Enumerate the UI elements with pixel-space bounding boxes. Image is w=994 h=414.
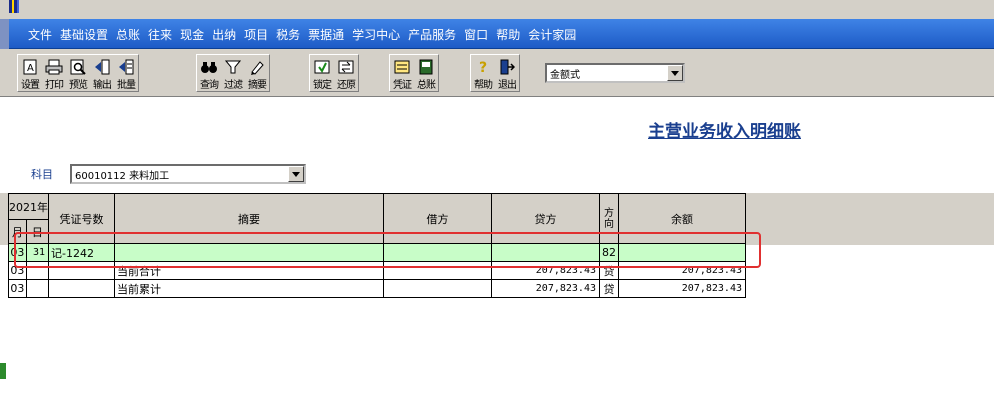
exit-button[interactable]: 退出 xyxy=(495,55,519,91)
voucher-header: 凭证号数 xyxy=(48,193,115,244)
export-button[interactable]: 输出 xyxy=(90,55,114,91)
table-row[interactable]: 03 当前合计 207,823.43 贷 207,823.43 xyxy=(8,261,746,280)
subject-select[interactable]: 60010112 来料加工 xyxy=(70,164,306,184)
filter-button[interactable]: 过滤 xyxy=(221,55,245,91)
day-header: 日 xyxy=(25,219,50,244)
direction-header: 方向 xyxy=(599,193,619,244)
app-icon xyxy=(9,0,19,13)
menu-window[interactable]: 窗口 xyxy=(464,26,488,43)
toolbar: A 设置 打印 预览 输出 批量 查询 过滤 摘要 锁定 还原 凭证 总账 ? … xyxy=(0,49,994,97)
settings-icon: A xyxy=(22,57,38,76)
toolbar-group-query: 查询 过滤 摘要 xyxy=(196,54,270,92)
ledger-button[interactable]: 总账 xyxy=(414,55,438,91)
menu-basic-settings[interactable]: 基础设置 xyxy=(60,26,108,43)
toolbar-group-books: 凭证 总账 xyxy=(389,54,439,92)
exit-icon xyxy=(499,57,515,76)
table-row[interactable]: 03 31 记-1242 82 xyxy=(8,243,746,262)
ledger-grid: 2021年 凭证号数 摘要 借方 贷方 方向 余额 月 日 03 31 记-12 xyxy=(0,193,994,414)
menu-tax[interactable]: 税务 xyxy=(276,26,300,43)
voucher-icon xyxy=(394,57,410,76)
toolbar-group-lock: 锁定 还原 xyxy=(309,54,359,92)
ledger-icon xyxy=(418,57,434,76)
ledger-table: 2021年 凭证号数 摘要 借方 贷方 方向 余额 月 日 03 31 记-12 xyxy=(8,193,746,298)
binoculars-icon xyxy=(200,57,218,76)
format-select[interactable]: 金额式 xyxy=(545,63,685,83)
year-header: 2021年 xyxy=(8,193,49,220)
printer-icon xyxy=(45,57,63,76)
export-icon xyxy=(94,57,110,76)
title-bar xyxy=(0,0,994,19)
help-button[interactable]: ? 帮助 xyxy=(471,55,495,92)
left-edge-strip xyxy=(0,245,7,414)
debit-header: 借方 xyxy=(383,193,492,244)
menu-learning-center[interactable]: 学习中心 xyxy=(352,26,400,43)
menu-accounts[interactable]: 往来 xyxy=(148,26,172,43)
voucher-button[interactable]: 凭证 xyxy=(390,55,414,91)
menu-general-ledger[interactable]: 总账 xyxy=(116,26,140,43)
print-button[interactable]: 打印 xyxy=(42,55,66,91)
ledger-window: 文件 基础设置 总账 往来 现金 出纳 项目 税务 票据通 学习中心 产品服务 … xyxy=(0,0,994,414)
query-button[interactable]: 查询 xyxy=(197,55,221,91)
chevron-down-icon[interactable] xyxy=(667,65,683,81)
subject-select-value: 60010112 来料加工 xyxy=(75,170,170,182)
help-icon: ? xyxy=(475,57,491,76)
summary-icon xyxy=(249,57,265,76)
summary-header: 摘要 xyxy=(114,193,384,244)
menu-cashier[interactable]: 出纳 xyxy=(212,26,236,43)
lock-icon xyxy=(314,57,330,76)
report-title: 主营业务收入明细账 xyxy=(648,122,801,142)
menu-help[interactable]: 帮助 xyxy=(496,26,520,43)
menu-accountant-home[interactable]: 会计家园 xyxy=(528,26,576,43)
restore-icon xyxy=(338,57,354,76)
lock-button[interactable]: 锁定 xyxy=(310,55,334,91)
summary-button[interactable]: 摘要 xyxy=(245,55,269,91)
table-row[interactable]: 03 当前累计 207,823.43 贷 207,823.43 xyxy=(8,279,746,298)
menu-file[interactable]: 文件 xyxy=(28,26,52,43)
batch-icon xyxy=(118,57,134,76)
month-header: 月 xyxy=(8,219,27,244)
svg-text:A: A xyxy=(27,63,34,74)
toolbar-group-output: A 设置 打印 预览 输出 批量 xyxy=(17,54,139,92)
menu-product-service[interactable]: 产品服务 xyxy=(408,26,456,43)
format-select-value: 金额式 xyxy=(550,69,580,81)
preview-icon xyxy=(70,57,86,76)
menu-project[interactable]: 项目 xyxy=(244,26,268,43)
settings-button[interactable]: A 设置 xyxy=(18,55,42,91)
restore-button[interactable]: 还原 xyxy=(334,55,358,91)
preview-button[interactable]: 预览 xyxy=(66,55,90,91)
menu: 文件 基础设置 总账 往来 现金 出纳 项目 税务 票据通 学习中心 产品服务 … xyxy=(28,19,584,49)
filter-icon xyxy=(225,57,241,76)
balance-header: 余额 xyxy=(618,193,746,244)
menu-bar: 文件 基础设置 总账 往来 现金 出纳 项目 税务 票据通 学习中心 产品服务 … xyxy=(0,19,994,49)
subject-label: 科目 xyxy=(31,168,53,181)
credit-header: 贷方 xyxy=(491,193,600,244)
svg-text:?: ? xyxy=(479,60,487,75)
chevron-down-icon[interactable] xyxy=(288,166,304,182)
toolbar-group-help: ? 帮助 退出 xyxy=(470,54,520,92)
menu-bills[interactable]: 票据通 xyxy=(308,26,344,43)
batch-button[interactable]: 批量 xyxy=(114,55,138,91)
menu-cash[interactable]: 现金 xyxy=(180,26,204,43)
